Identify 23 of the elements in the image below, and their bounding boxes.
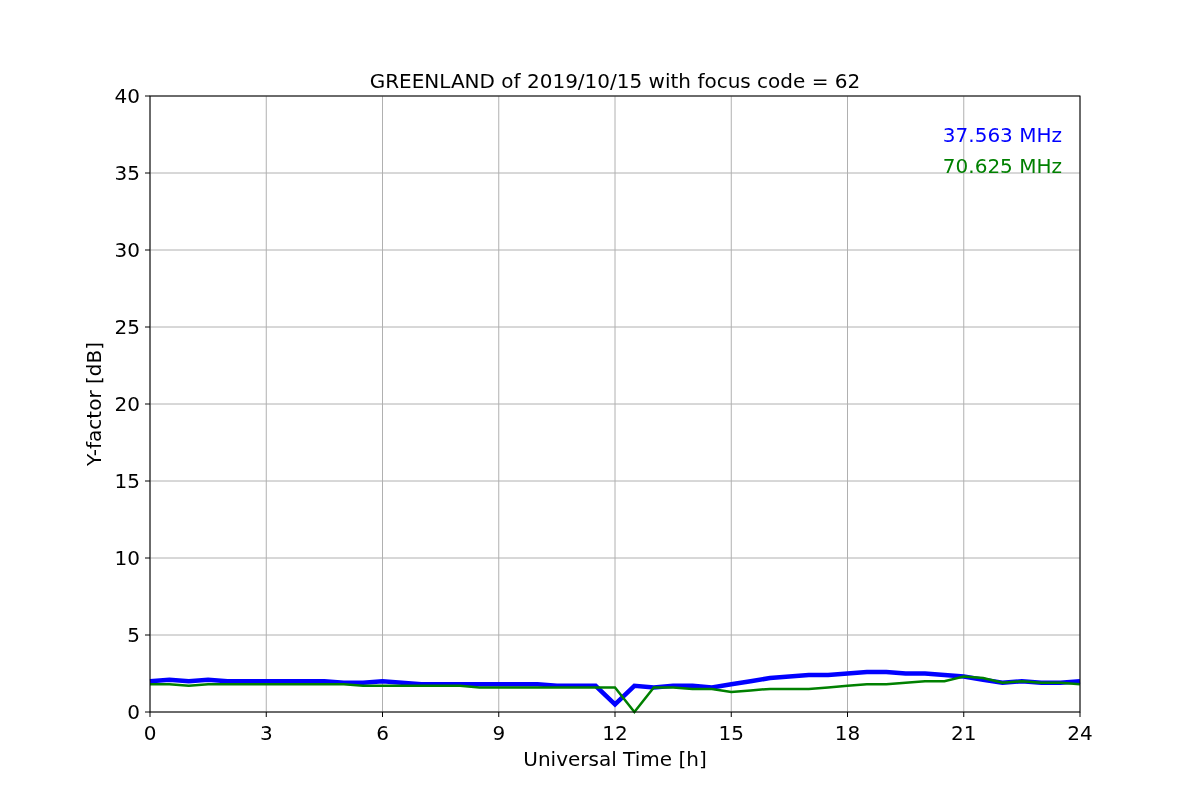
y-tick-label: 0 bbox=[127, 700, 140, 724]
x-tick-label: 3 bbox=[259, 721, 273, 745]
x-axis-label: Universal Time [h] bbox=[523, 747, 707, 771]
x-tick-label: 0 bbox=[143, 721, 157, 745]
y-tick-label: 25 bbox=[114, 315, 140, 339]
x-tick-label: 24 bbox=[1067, 721, 1093, 745]
y-tick-label: 5 bbox=[127, 623, 140, 647]
chart-title: GREENLAND of 2019/10/15 with focus code = 62 bbox=[369, 69, 861, 93]
y-tick-label: 20 bbox=[114, 392, 140, 416]
x-tick-label: 9 bbox=[492, 721, 506, 745]
x-tick-label: 12 bbox=[602, 721, 628, 745]
y-tick-label: 10 bbox=[114, 546, 140, 570]
y-tick-label: 35 bbox=[114, 161, 140, 185]
x-tick-label: 15 bbox=[718, 721, 744, 745]
legend-label: 70.625 MHz bbox=[942, 154, 1062, 178]
y-axis-label: Y-factor [dB] bbox=[82, 342, 106, 466]
x-tick-label: 18 bbox=[834, 721, 861, 745]
x-tick-label: 6 bbox=[376, 721, 389, 745]
y-tick-label: 40 bbox=[114, 84, 140, 108]
legend-label: 37.563 MHz bbox=[942, 123, 1062, 147]
y-tick-label: 15 bbox=[114, 469, 140, 493]
x-tick-label: 21 bbox=[951, 721, 977, 745]
y-tick-label: 30 bbox=[114, 238, 140, 262]
